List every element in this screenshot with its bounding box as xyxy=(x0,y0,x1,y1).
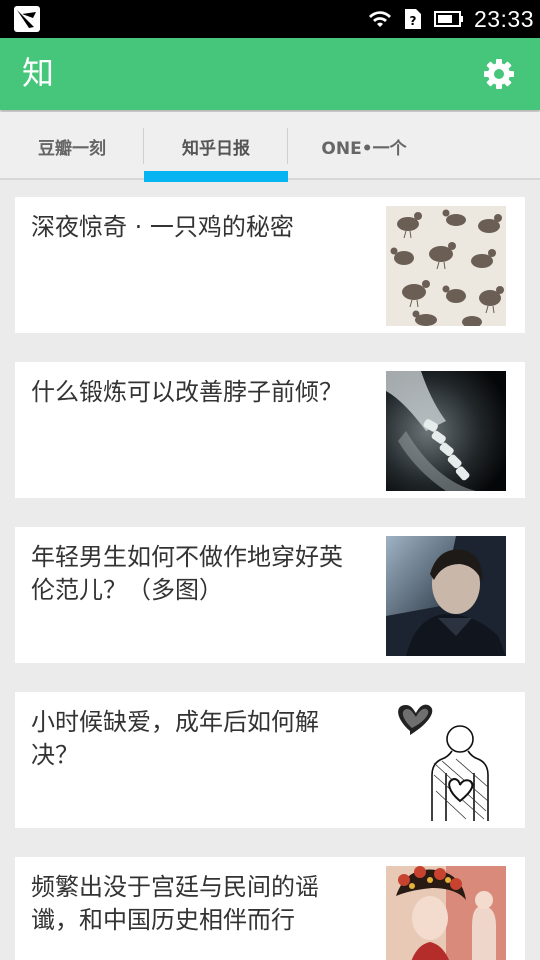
clock-time: 23:33 xyxy=(473,5,534,32)
app-bar: 知 xyxy=(0,38,540,110)
sim-unknown-icon: ? xyxy=(404,9,421,29)
active-tab-indicator xyxy=(144,171,288,182)
man-in-car-image xyxy=(386,536,506,656)
app-title: 知 xyxy=(22,54,55,92)
tab-label: 知乎日报 xyxy=(182,138,250,159)
story-title: 频繁出没于宫廷与民间的谣谶，和中国历史相伴而行 xyxy=(31,873,319,934)
tab-one[interactable]: ONE•一个 xyxy=(288,112,440,180)
chicken-pattern-image xyxy=(386,206,506,326)
story-card[interactable]: 频繁出没于宫廷与民间的谣谶，和中国历史相伴而行 xyxy=(15,857,525,960)
palace-costume-image xyxy=(386,866,506,960)
source-tabs: 豆瓣一刻 知乎日报 ONE•一个 xyxy=(0,112,540,182)
story-card[interactable]: 年轻男生如何不做作地穿好英伦范儿？（多图） xyxy=(15,527,525,663)
settings-gear-icon[interactable] xyxy=(483,58,515,90)
status-bar: ? 23:33 xyxy=(0,0,540,38)
battery-icon xyxy=(433,11,463,27)
svg-text:?: ? xyxy=(409,14,416,28)
story-title: 什么锻炼可以改善脖子前倾？ xyxy=(31,378,343,406)
story-card[interactable]: 深夜惊奇 · 一只鸡的秘密 xyxy=(15,197,525,333)
story-card[interactable]: 什么锻炼可以改善脖子前倾？ xyxy=(15,362,525,498)
story-title: 小时候缺爱，成年后如何解决？ xyxy=(31,708,319,769)
wifi-icon xyxy=(368,11,391,27)
story-title: 年轻男生如何不做作地穿好英伦范儿？（多图） xyxy=(31,543,343,604)
tab-label: ONE•一个 xyxy=(321,138,407,159)
story-card[interactable]: 小时候缺爱，成年后如何解决？ xyxy=(15,692,525,828)
tab-douban-moment[interactable]: 豆瓣一刻 xyxy=(0,112,144,180)
neck-xray-image xyxy=(386,371,506,491)
tab-label: 豆瓣一刻 xyxy=(38,138,106,159)
story-title: 深夜惊奇 · 一只鸡的秘密 xyxy=(31,213,294,241)
tab-zhihu-daily[interactable]: 知乎日报 xyxy=(144,112,288,182)
heart-sketch-image xyxy=(386,701,506,821)
notification-app-icon xyxy=(14,6,40,32)
